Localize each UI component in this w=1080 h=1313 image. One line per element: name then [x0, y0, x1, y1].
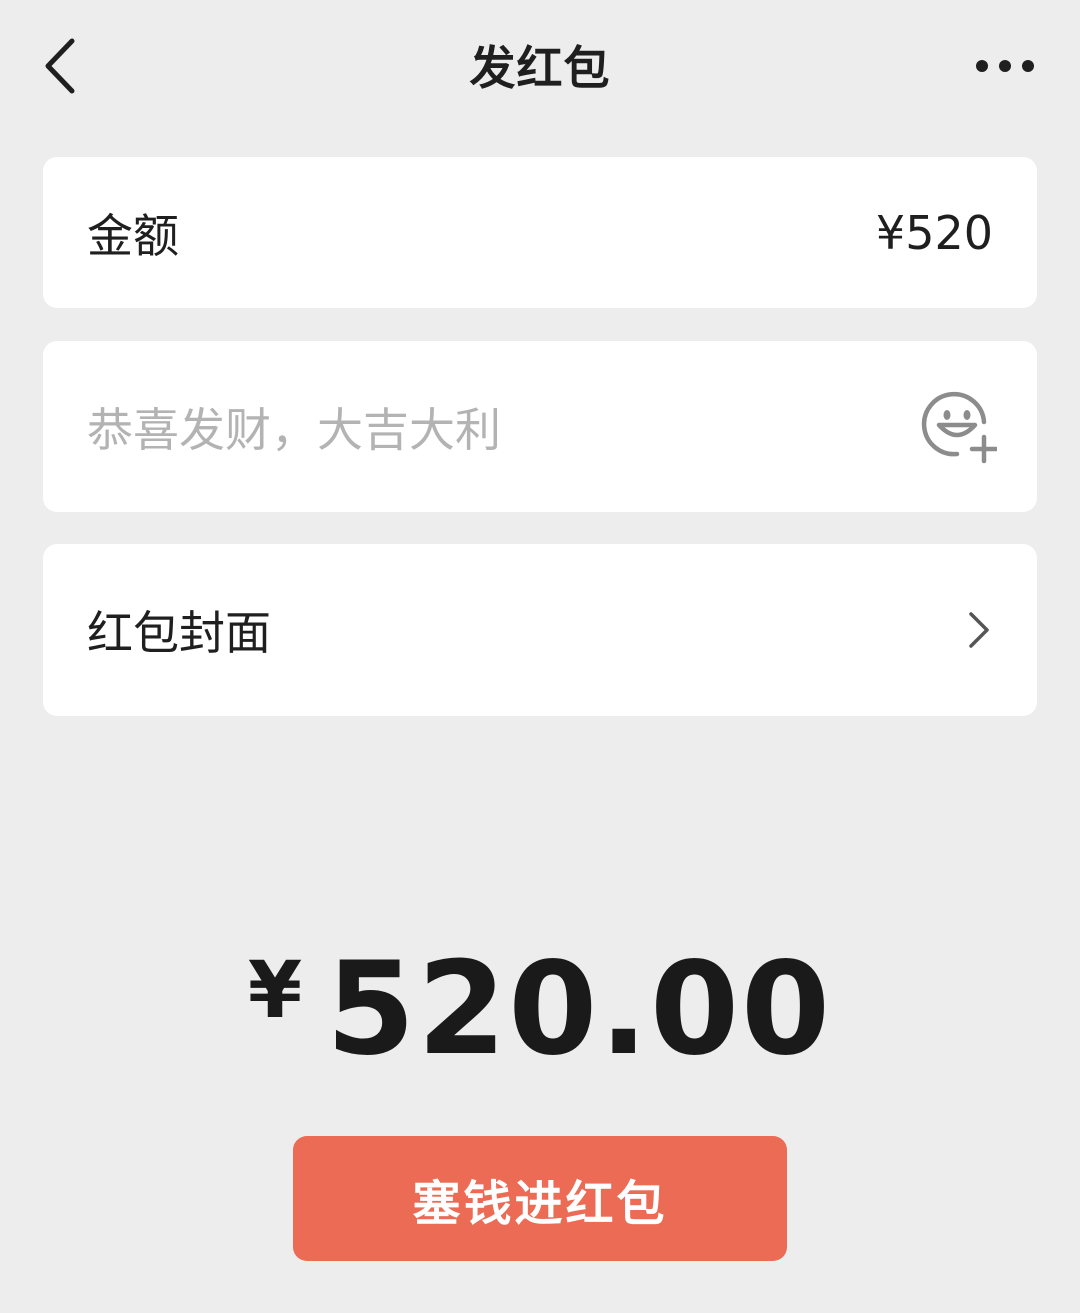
- amount-label: 金额: [87, 208, 179, 263]
- total-value: 520.00: [326, 935, 833, 1084]
- header-bar: 发红包: [0, 0, 1080, 135]
- total-amount: ¥520.00: [0, 935, 1080, 1084]
- chevron-right-icon: [969, 612, 989, 648]
- emoji-add-icon: [921, 391, 999, 463]
- total-currency: ¥: [247, 946, 303, 1036]
- more-horizontal-icon: [976, 60, 1034, 72]
- more-button[interactable]: [970, 46, 1040, 86]
- message-card: 恭喜发财，大吉大利: [43, 341, 1037, 512]
- cover-card[interactable]: 红包封面: [43, 544, 1037, 716]
- message-input[interactable]: 恭喜发财，大吉大利: [87, 394, 867, 460]
- page-title: 发红包: [469, 41, 611, 95]
- cover-label: 红包封面: [87, 606, 271, 660]
- emoji-button[interactable]: [921, 389, 999, 465]
- amount-card: 金额 ¥520: [43, 157, 1037, 308]
- amount-input[interactable]: ¥520: [876, 206, 993, 260]
- submit-button[interactable]: 塞钱进红包: [293, 1136, 787, 1261]
